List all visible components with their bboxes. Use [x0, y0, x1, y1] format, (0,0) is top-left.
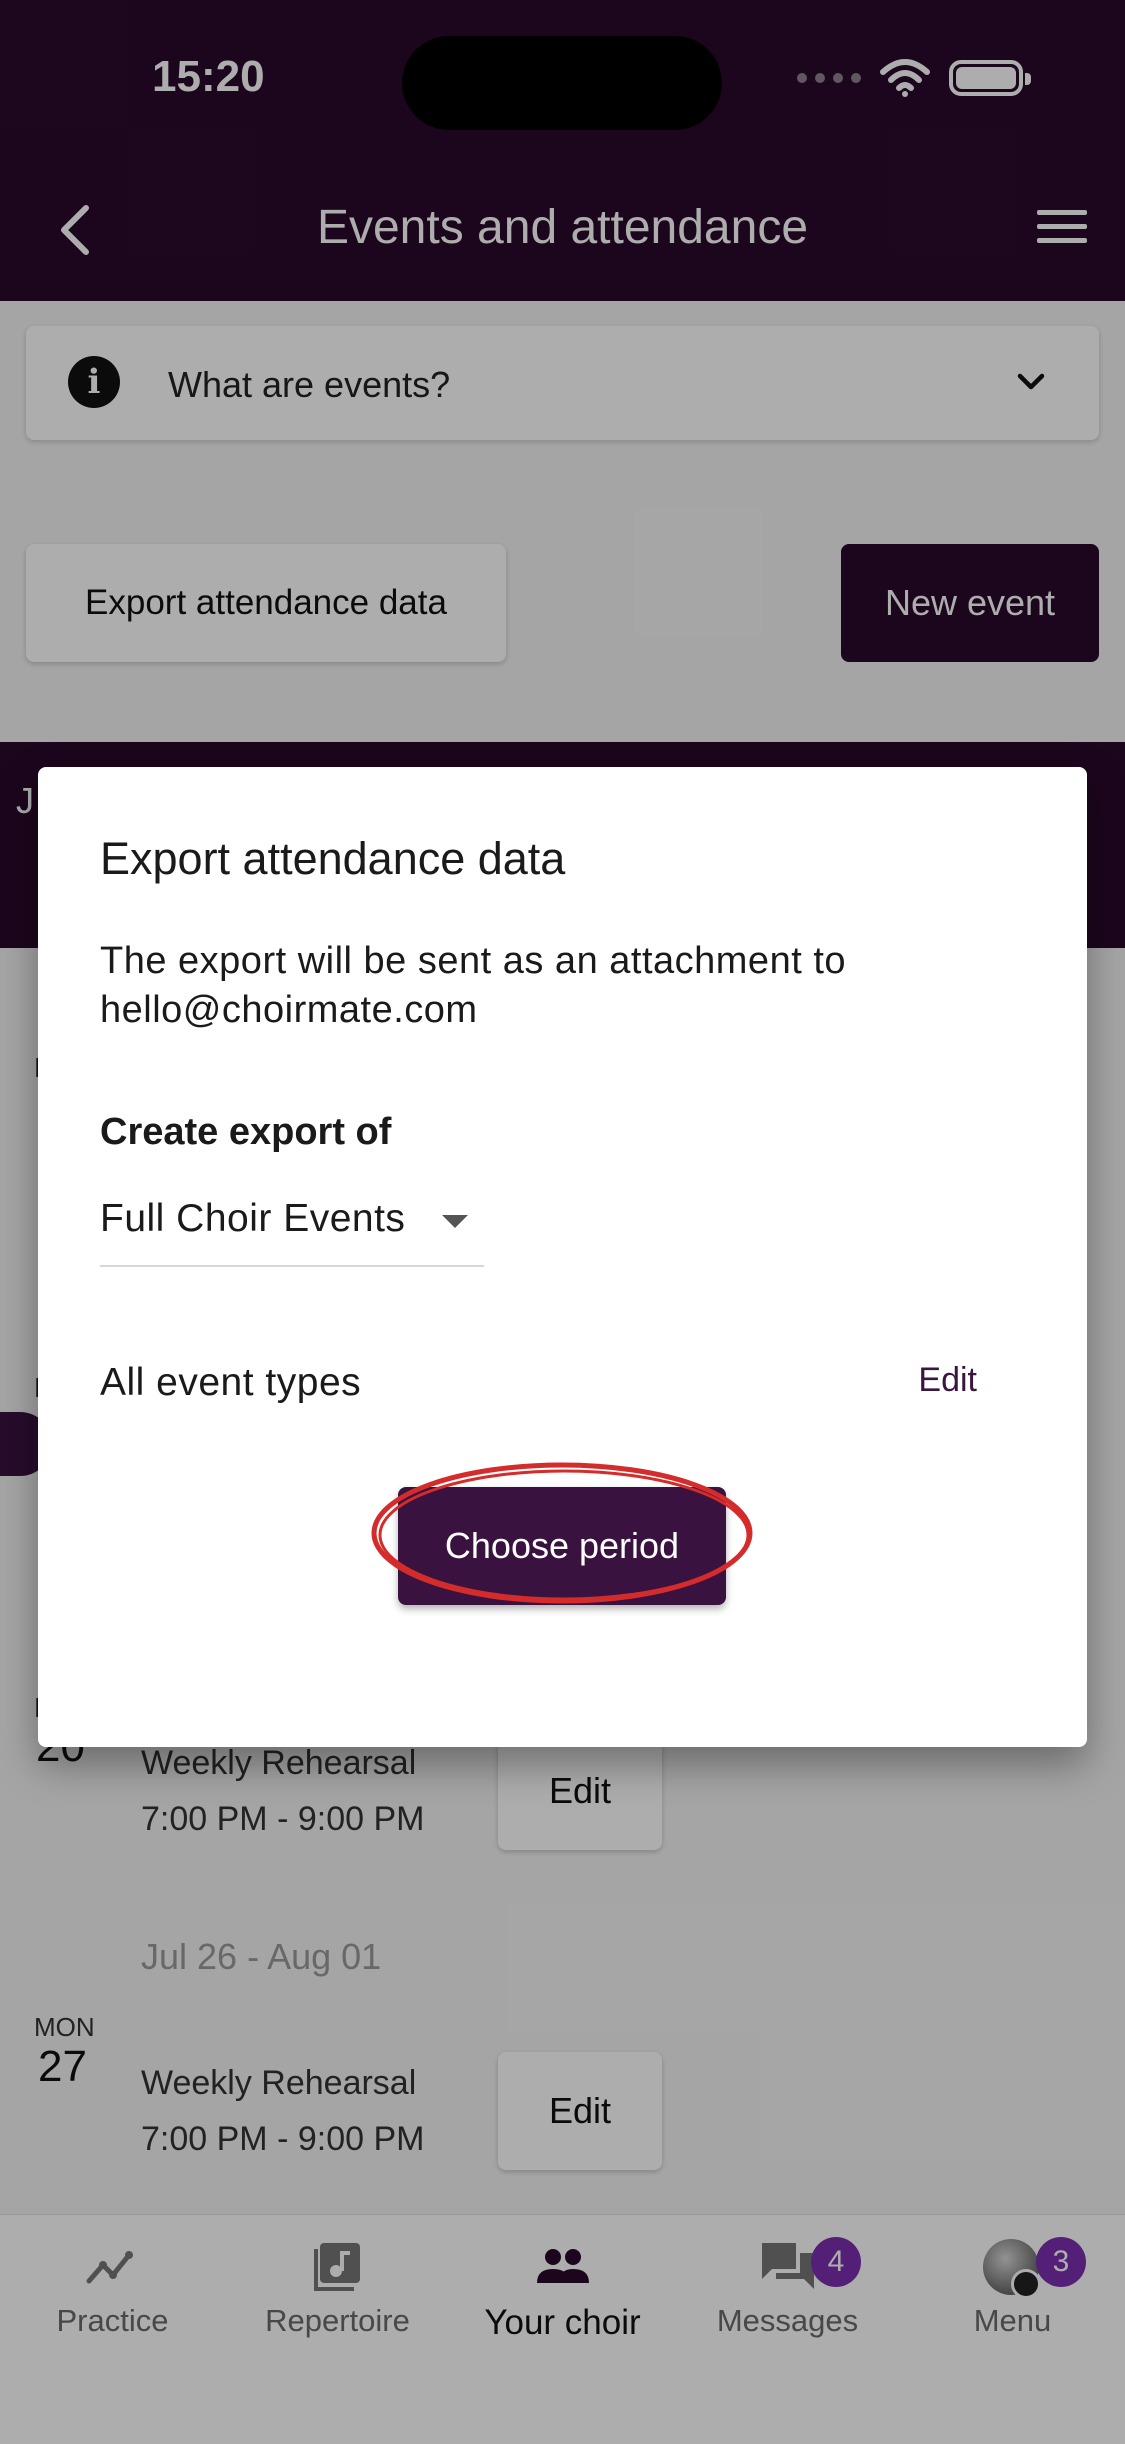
choose-period-button[interactable]: Choose period [398, 1487, 726, 1605]
dropdown-arrow-icon [442, 1215, 468, 1228]
export-dialog: Export attendance data The export will b… [38, 767, 1087, 1747]
edit-event-types-button[interactable]: Edit [918, 1361, 977, 1400]
dialog-message: The export will be sent as an attachment… [100, 940, 847, 1031]
screen: 15:20 Events and attendance i What are e… [0, 0, 1125, 2444]
export-of-dropdown[interactable]: Full Choir Events [100, 1187, 484, 1267]
dropdown-value: Full Choir Events [100, 1197, 406, 1240]
export-of-label: Create export of [100, 1111, 392, 1153]
event-types-label: All event types [100, 1361, 362, 1404]
dialog-title: Export attendance data [100, 833, 566, 884]
